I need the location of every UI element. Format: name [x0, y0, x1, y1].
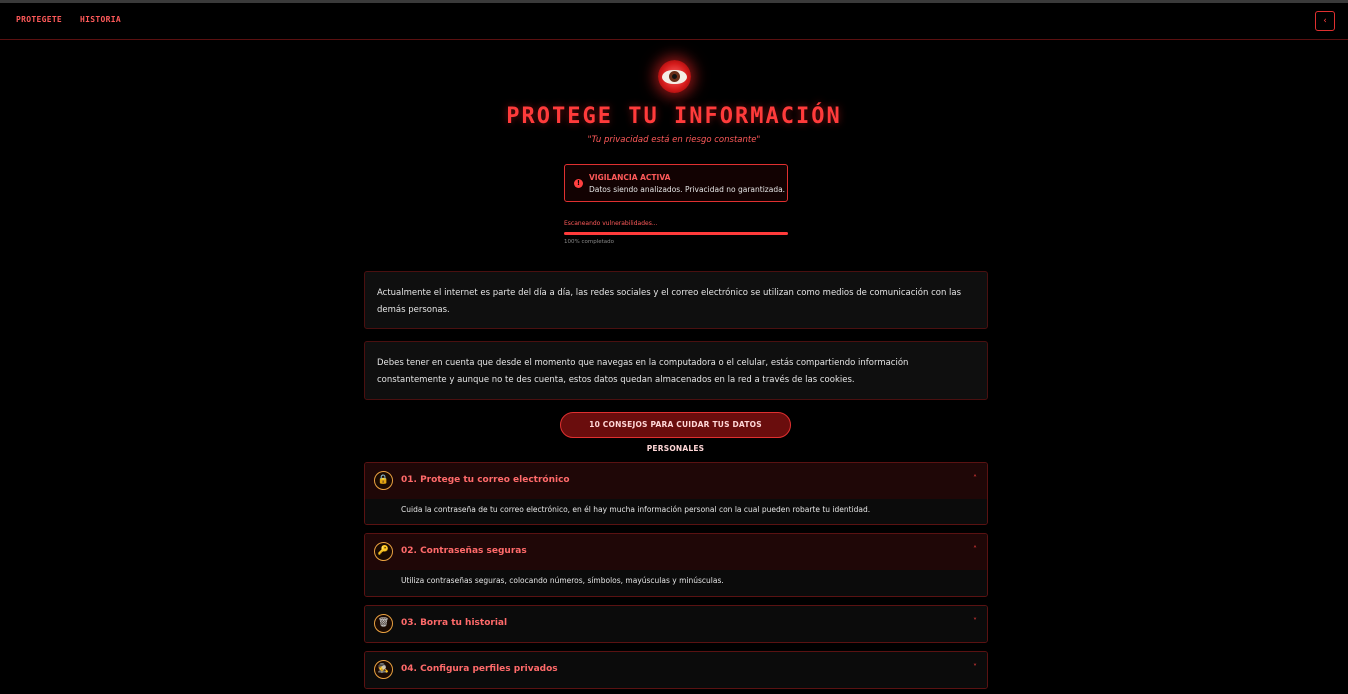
navbar: PROTEGETE HISTORIA ‹: [0, 3, 1348, 40]
nav-link-protegete[interactable]: PROTEGETE: [16, 15, 62, 24]
tip-body: Utiliza contraseñas seguras, colocando n…: [365, 570, 987, 596]
scan-progress-fill: [564, 232, 788, 235]
nav-link-historia[interactable]: HISTORIA: [80, 15, 121, 24]
scan-progress-bar: [564, 232, 788, 235]
tip-body: Cuida la contraseña de tu correo electró…: [365, 499, 987, 524]
page-title: PROTEGE TU INFORMACIÓN: [506, 104, 842, 129]
alert-text: Datos siendo analizados. Privacidad no g…: [589, 185, 786, 194]
info-card-text: Debes tener en cuenta que desde el momen…: [377, 358, 909, 385]
eye-icon: [658, 60, 691, 93]
tip-header[interactable]: 🔑 02. Contraseñas seguras ˄: [365, 534, 987, 570]
tip-accordion-4: 🕵 04. Configura perfiles privados ˅: [364, 651, 988, 689]
tip-accordion-1: 🔒 01. Protege tu correo electrónico ˄ Cu…: [364, 462, 988, 525]
tip-accordion-2: 🔑 02. Contraseñas seguras ˄ Utiliza cont…: [364, 533, 988, 597]
scan-label: Escaneando vulnerabilidades...: [564, 220, 658, 227]
info-card-internet: Actualmente el internet es parte del día…: [364, 271, 988, 329]
tip-header[interactable]: 🗑 03. Borra tu historial ˅: [365, 606, 987, 642]
trash-icon: 🗑: [374, 614, 393, 633]
tip-title: 03. Borra tu historial: [401, 618, 508, 628]
lock-icon: 🔒: [374, 471, 393, 490]
alert-title: VIGILANCIA ACTIVA: [589, 173, 671, 182]
tip-header[interactable]: 🕵 04. Configura perfiles privados ˅: [365, 652, 987, 688]
tip-title: 04. Configura perfiles privados: [401, 664, 558, 674]
chevron-down-icon: ˅: [973, 617, 977, 626]
tip-header[interactable]: 🔒 01. Protege tu correo electrónico ˄: [365, 463, 987, 499]
info-card-text: Actualmente el internet es parte del día…: [377, 288, 962, 315]
key-icon: 🔑: [374, 542, 393, 561]
chevron-up-icon: ˄: [973, 545, 977, 554]
tips-button[interactable]: 10 CONSEJOS PARA CUIDAR TUS DATOS PERSON…: [560, 412, 791, 453]
page-subtitle: "Tu privacidad está en riesgo constante": [587, 135, 761, 145]
alert-circle-icon: !: [574, 179, 583, 188]
info-card-cookies: Debes tener en cuenta que desde el momen…: [364, 341, 988, 400]
tip-title: 01. Protege tu correo electrónico: [401, 475, 570, 485]
surveillance-alert: ! VIGILANCIA ACTIVA Datos siendo analiza…: [564, 164, 788, 202]
back-button[interactable]: ‹: [1315, 11, 1335, 31]
private-profile-icon: 🕵: [374, 660, 393, 679]
scan-status: 100% completado: [564, 239, 615, 245]
chevron-left-icon: ‹: [1323, 16, 1327, 26]
chevron-up-icon: ˄: [973, 474, 977, 483]
tip-title: 02. Contraseñas seguras: [401, 546, 527, 556]
tip-accordion-3: 🗑 03. Borra tu historial ˅: [364, 605, 988, 643]
chevron-down-icon: ˅: [973, 663, 977, 672]
